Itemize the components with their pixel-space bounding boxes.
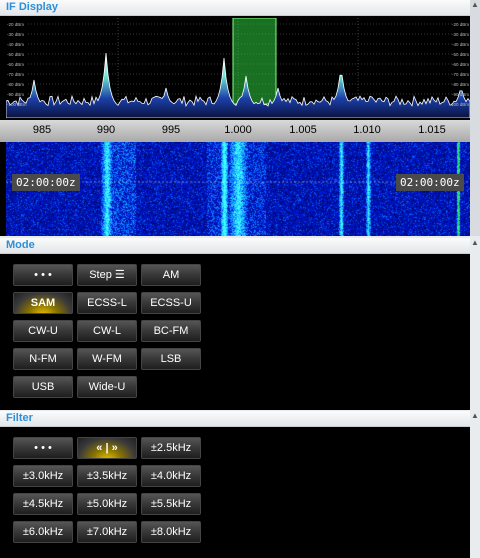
- db-label: -80 dBm: [452, 82, 469, 87]
- db-label: -80 dBm: [7, 82, 24, 87]
- time-label-right: 02:00:00z: [396, 174, 464, 191]
- mode-button-cw-l[interactable]: CW-L: [77, 320, 137, 342]
- filter-scrollbar[interactable]: ▲: [470, 411, 480, 558]
- freq-label-990: 990: [96, 124, 116, 136]
- db-label: -30 dBm: [452, 32, 469, 37]
- passband-highlight[interactable]: [232, 18, 277, 105]
- filter-header[interactable]: Filter: [0, 411, 470, 427]
- db-label: -100 dBm: [449, 102, 469, 107]
- freq-label-1000: 1.000: [224, 124, 252, 136]
- db-label: -50 dBm: [7, 52, 24, 57]
- freq-label-995: 995: [161, 124, 181, 136]
- mode-button-am[interactable]: AM: [141, 264, 201, 286]
- if-display-title: IF Display: [6, 1, 58, 13]
- freq-label-985: 985: [32, 124, 52, 136]
- db-label: -70 dBm: [7, 72, 24, 77]
- collapse-up-icon[interactable]: ▲: [471, 238, 479, 247]
- mode-button-n-fm[interactable]: N-FM: [13, 348, 73, 370]
- if-display-panel[interactable]: -20 dBm -30 dBm -40 dBm -50 dBm -60 dBm -70 d…: [0, 16, 470, 236]
- db-label: -30 dBm: [7, 32, 24, 37]
- filter-button-more[interactable]: « | »: [77, 437, 137, 459]
- mode-button-w-fm[interactable]: W-FM: [77, 348, 137, 370]
- time-label-left: 02:00:00z: [12, 174, 80, 191]
- db-label: -20 dBm: [7, 22, 24, 27]
- mode-button-sam[interactable]: SAM: [13, 292, 73, 314]
- spectrum-plot[interactable]: -20 dBm -30 dBm -40 dBm -50 dBm -60 dBm -70 d…: [6, 18, 470, 118]
- filter-button-3-5khz[interactable]: ±3.5kHz: [77, 465, 137, 487]
- db-label: -90 dBm: [7, 92, 24, 97]
- db-label: -90 dBm: [452, 92, 469, 97]
- db-label: -100 dBm: [7, 102, 27, 107]
- filter-button-4-5khz[interactable]: ±4.5kHz: [13, 493, 73, 515]
- freq-label-1010: 1.010: [353, 124, 381, 136]
- mode-title: Mode: [6, 239, 35, 251]
- filter-button-grid: • • • « | » ±2.5kHz ±3.0kHz ±3.5kHz ±4.0kHz ±4…: [0, 427, 470, 558]
- db-label: -20 dBm: [452, 22, 469, 27]
- filter-button-3-0khz[interactable]: ±3.0kHz: [13, 465, 73, 487]
- mode-button-wide-u[interactable]: Wide-U: [77, 376, 137, 398]
- freq-label-1015: 1.015: [418, 124, 446, 136]
- mode-scrollbar[interactable]: ▲: [470, 238, 480, 410]
- if-display-header[interactable]: IF Display: [0, 0, 470, 16]
- db-label: -60 dBm: [7, 62, 24, 67]
- filter-button-5-0khz[interactable]: ±5.0kHz: [77, 493, 137, 515]
- mode-button-more[interactable]: • • •: [13, 264, 73, 286]
- db-labels-left: -20 dBm -30 dBm -40 dBm -50 dBm -60 dBm -70 d…: [7, 22, 27, 107]
- filter-button-7-0khz[interactable]: ±7.0kHz: [77, 521, 137, 543]
- db-label: -60 dBm: [452, 62, 469, 67]
- collapse-up-icon[interactable]: ▲: [471, 411, 479, 420]
- mode-button-bc-fm[interactable]: BC-FM: [141, 320, 201, 342]
- mode-button-cw-u[interactable]: CW-U: [13, 320, 73, 342]
- db-label: -50 dBm: [452, 52, 469, 57]
- filter-button-4-0khz[interactable]: ±4.0kHz: [141, 465, 201, 487]
- freq-label-1005: 1.005: [289, 124, 317, 136]
- mode-header[interactable]: Mode: [0, 238, 470, 254]
- mode-button-ecss-l[interactable]: ECSS-L: [77, 292, 137, 314]
- db-label: -70 dBm: [452, 72, 469, 77]
- mode-button-usb[interactable]: USB: [13, 376, 73, 398]
- filter-title: Filter: [6, 412, 33, 424]
- mode-button-ecss-u[interactable]: ECSS-U: [141, 292, 201, 314]
- filter-button-6-0khz[interactable]: ±6.0kHz: [13, 521, 73, 543]
- mode-button-lsb[interactable]: LSB: [141, 348, 201, 370]
- filter-button-more[interactable]: • • •: [13, 437, 73, 459]
- frequency-scale[interactable]: 985 990 995 1.000 1.005 1.010 1.015: [0, 120, 470, 142]
- collapse-up-icon[interactable]: ▲: [471, 0, 479, 9]
- filter-button-5-5khz[interactable]: ±5.5kHz: [141, 493, 201, 515]
- mode-button-step[interactable]: Step ☰: [77, 264, 137, 286]
- db-label: -40 dBm: [7, 42, 24, 47]
- filter-button-8-0khz[interactable]: ±8.0kHz: [141, 521, 201, 543]
- filter-button-2-5khz[interactable]: ±2.5kHz: [141, 437, 201, 459]
- db-labels-right: -20 dBm -30 dBm -40 dBm -50 dBm -60 dBm -70 d…: [449, 22, 469, 107]
- if-display-scrollbar[interactable]: ▲: [470, 0, 480, 236]
- db-label: -40 dBm: [452, 42, 469, 47]
- mode-button-grid: • • • Step ☰ AM SAM ECSS-L ECSS-U CW-U CW-L BC-F…: [0, 254, 470, 410]
